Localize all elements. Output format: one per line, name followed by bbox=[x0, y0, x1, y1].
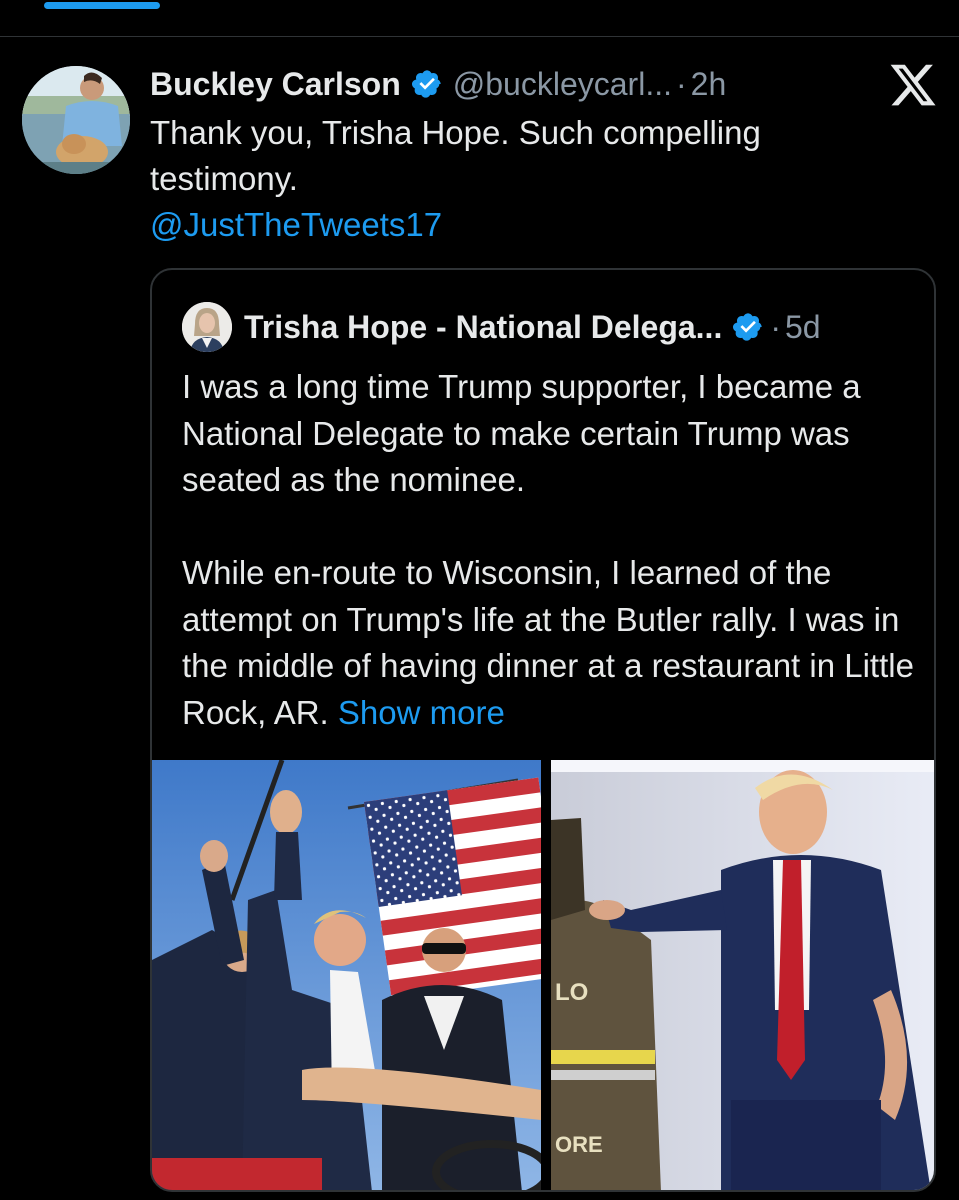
quoted-post-text: I was a long time Trump supporter, I bec… bbox=[182, 364, 922, 736]
profile-photo-icon bbox=[182, 302, 232, 352]
separator-dot: · bbox=[675, 65, 687, 102]
jacket-text-top: LO bbox=[555, 979, 588, 1006]
photo-stage-firefighter-jacket-icon: LO ORE bbox=[551, 760, 934, 1190]
quoted-post-card[interactable]: Trisha Hope - National Delega... · 5d I … bbox=[150, 268, 936, 1192]
divider bbox=[0, 36, 959, 37]
quoted-paragraph-2: While en-route to Wisconsin, I learned o… bbox=[182, 550, 922, 736]
profile-photo-icon bbox=[22, 66, 130, 174]
mention-link[interactable]: @JustTheTweets17 bbox=[150, 202, 442, 248]
quoted-post-timestamp[interactable]: 5d bbox=[785, 309, 821, 346]
author-display-name[interactable]: Buckley Carlson bbox=[150, 66, 401, 103]
show-more-link[interactable]: Show more bbox=[338, 694, 505, 731]
verified-badge-icon bbox=[733, 313, 762, 341]
quoted-paragraph-2-text: While en-route to Wisconsin, I learned o… bbox=[182, 554, 914, 731]
quoted-post-header: Trisha Hope - National Delega... · 5d bbox=[182, 302, 821, 352]
separator-dot: · bbox=[770, 308, 781, 345]
media-grid: LO ORE bbox=[152, 760, 934, 1190]
verified-badge-icon bbox=[411, 70, 441, 98]
timeline-frame: Buckley Carlson @buckleycarl... · 2h Tha… bbox=[0, 0, 959, 1200]
post-timestamp[interactable]: 2h bbox=[691, 66, 727, 103]
photo-rally-flag-icon bbox=[152, 760, 541, 1190]
x-logo-icon[interactable] bbox=[888, 60, 938, 110]
quoted-avatar[interactable] bbox=[182, 302, 232, 352]
post-header: Buckley Carlson @buckleycarl... · 2h bbox=[150, 62, 726, 106]
quoted-author-display-name[interactable]: Trisha Hope - National Delega... bbox=[244, 309, 722, 346]
author-handle[interactable]: @buckleycarl... bbox=[453, 66, 672, 103]
media-photo-2[interactable]: LO ORE bbox=[551, 760, 934, 1190]
tab-indicator[interactable] bbox=[44, 2, 160, 9]
quoted-paragraph-1: I was a long time Trump supporter, I bec… bbox=[182, 368, 861, 498]
avatar[interactable] bbox=[22, 66, 130, 174]
media-photo-1[interactable] bbox=[152, 760, 541, 1190]
jacket-text-bottom: ORE bbox=[555, 1132, 603, 1157]
post-text: Thank you, Trisha Hope. Such compelling … bbox=[150, 114, 761, 197]
